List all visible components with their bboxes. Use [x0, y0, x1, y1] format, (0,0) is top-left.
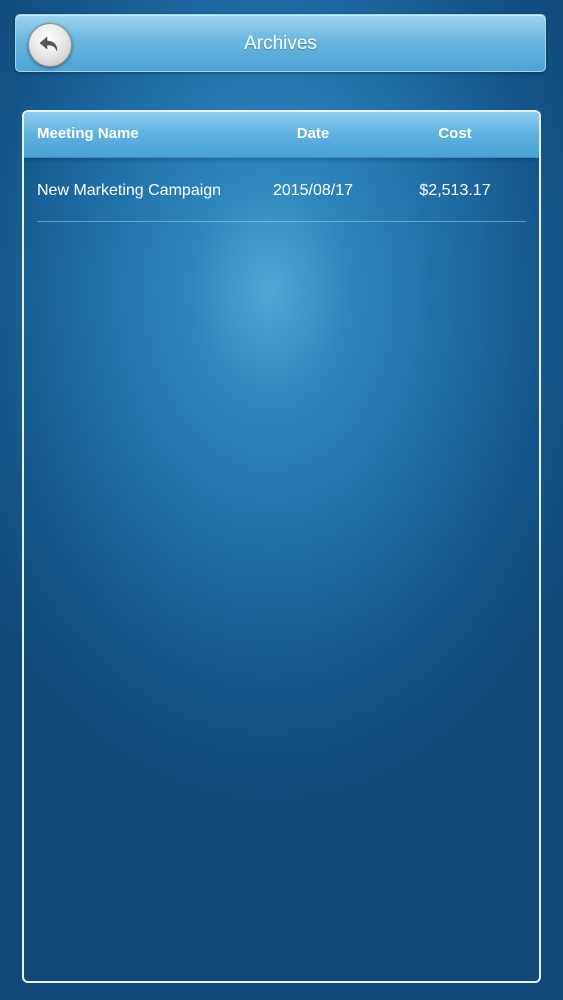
column-header-date[interactable]: Date: [254, 112, 372, 158]
column-header-meeting-name[interactable]: Meeting Name: [37, 112, 139, 158]
date-cell: 2015/08/17: [272, 182, 354, 199]
column-header-cost[interactable]: Cost: [396, 112, 514, 158]
meeting-name-cell: New Marketing Campaign: [37, 182, 222, 199]
table-header: Meeting Name Date Cost: [24, 112, 539, 158]
page-title: Archives: [244, 33, 317, 54]
cost-cell: $2,513.17: [419, 182, 491, 199]
table-row[interactable]: New Marketing Campaign 2015/08/17 $2,513…: [37, 158, 526, 222]
header-bar: Archives: [15, 14, 546, 72]
archives-table: Meeting Name Date Cost New Marketing Cam…: [22, 110, 541, 983]
